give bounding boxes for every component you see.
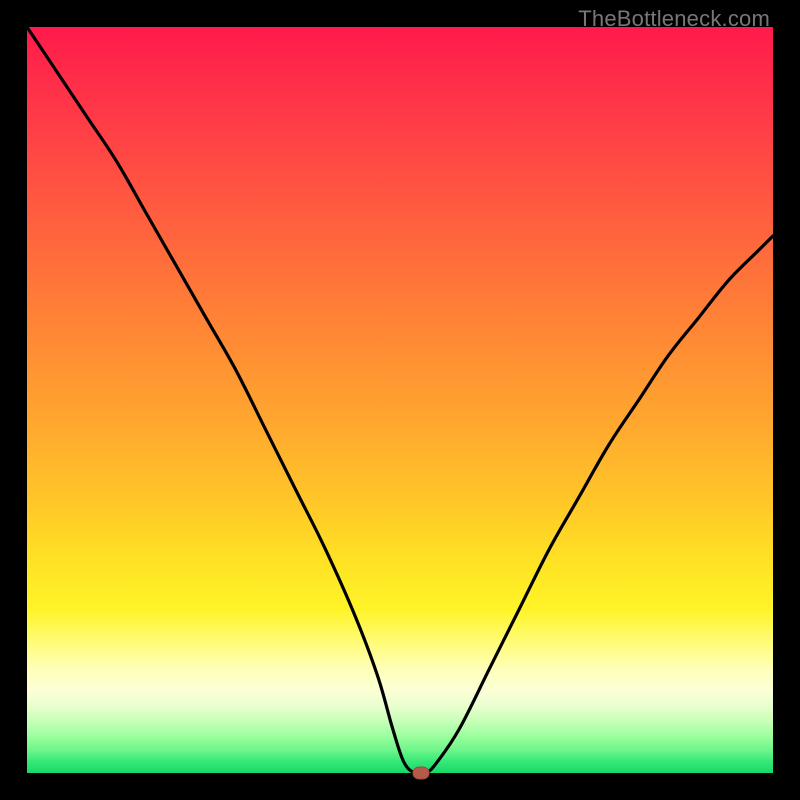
optimum-marker xyxy=(412,767,429,780)
watermark-text: TheBottleneck.com xyxy=(578,6,770,32)
bottleneck-curve xyxy=(27,27,773,773)
chart-frame: TheBottleneck.com xyxy=(0,0,800,800)
plot-area xyxy=(27,27,773,773)
